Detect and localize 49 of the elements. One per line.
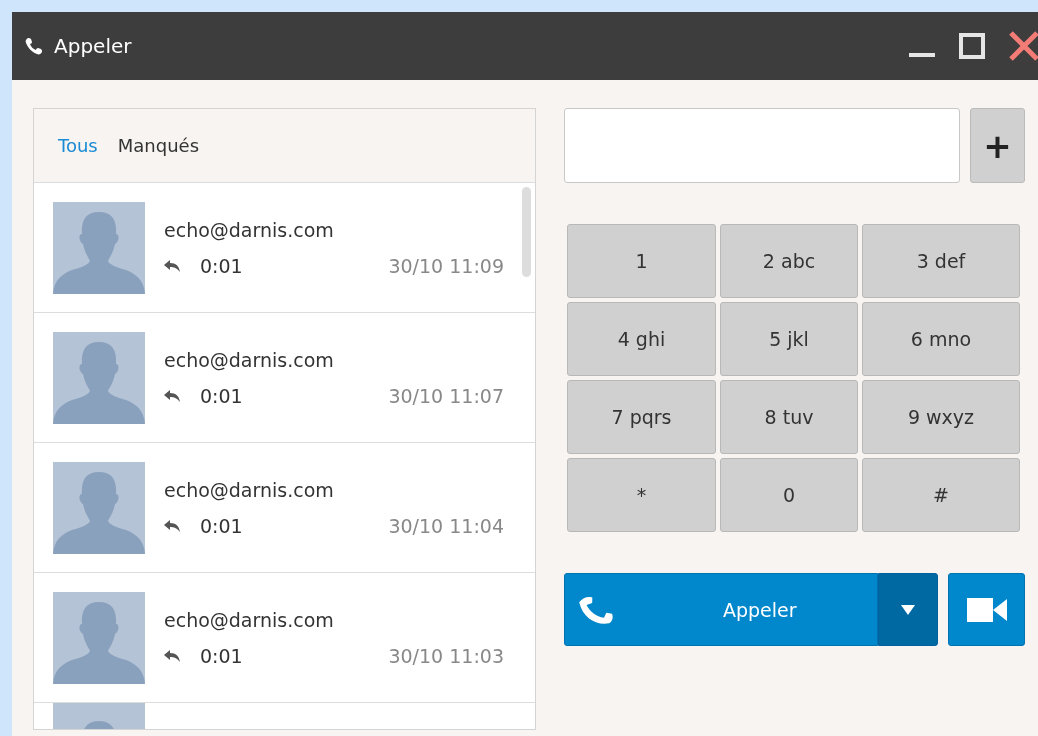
add-contact-button[interactable]: + bbox=[970, 108, 1025, 183]
maximize-icon[interactable] bbox=[958, 32, 986, 60]
keypad-key[interactable]: 7 pqrs bbox=[567, 380, 716, 454]
number-input-field[interactable] bbox=[564, 108, 960, 183]
keypad-key[interactable]: 2 abc bbox=[720, 224, 858, 298]
contact-address: echo@darnis.com bbox=[164, 218, 335, 241]
call-duration: 0:01 bbox=[200, 384, 243, 407]
close-icon[interactable] bbox=[1008, 30, 1038, 62]
avatar-icon bbox=[53, 201, 145, 294]
keypad-key[interactable]: 8 tuv bbox=[720, 380, 858, 454]
keypad-key[interactable]: * bbox=[567, 458, 716, 532]
keypad-key[interactable]: 6 mno bbox=[862, 302, 1020, 376]
call-history-item[interactable]: echo@darnis.com 0:01 30/10 11:09 bbox=[34, 183, 535, 313]
call-history-item[interactable]: echo@darnis.com 0:01 30/10 11:07 bbox=[34, 313, 535, 443]
caret-icon bbox=[901, 604, 915, 615]
call-history-item[interactable]: echo@darnis.com 0:01 30/10 11:04 bbox=[34, 443, 535, 573]
keypad-key[interactable]: # bbox=[862, 458, 1020, 532]
call-time: 30/10 11:03 bbox=[388, 644, 505, 667]
keypad-key[interactable]: 4 ghi bbox=[567, 302, 716, 376]
keypad-key[interactable]: 3 def bbox=[862, 224, 1020, 298]
keypad-key[interactable]: 5 jkl bbox=[720, 302, 858, 376]
filter-tab[interactable]: Manqués bbox=[111, 131, 205, 160]
call-history-item[interactable]: echo@darnis.com 0:01 30/10 11:03 bbox=[34, 573, 535, 703]
scrollbar-thumb[interactable] bbox=[522, 187, 531, 277]
contact-address: echo@darnis.com bbox=[164, 478, 335, 501]
reply-arrow-icon bbox=[164, 388, 180, 403]
keypad-key[interactable]: 9 wxyz bbox=[862, 380, 1020, 454]
call-duration: 0:01 bbox=[200, 254, 243, 277]
avatar-icon bbox=[53, 331, 145, 424]
call-time: 30/10 11:04 bbox=[388, 514, 505, 537]
contact-address: echo@darnis.com bbox=[164, 608, 335, 631]
keypad-key[interactable]: 0 bbox=[720, 458, 858, 532]
video-camera-icon bbox=[966, 597, 1007, 622]
call-duration: 0:01 bbox=[200, 644, 243, 667]
reply-arrow-icon bbox=[164, 518, 180, 533]
call-time: 30/10 11:07 bbox=[388, 384, 505, 407]
call-button[interactable]: Appeler bbox=[564, 573, 878, 646]
call-time: 30/10 11:09 bbox=[388, 254, 505, 277]
avatar-icon bbox=[53, 591, 145, 684]
window-title: Appeler bbox=[54, 34, 132, 58]
avatar-icon bbox=[53, 461, 145, 554]
keypad-key[interactable]: 1 bbox=[567, 224, 716, 298]
avatar-icon bbox=[53, 703, 145, 729]
call-duration: 0:01 bbox=[200, 514, 243, 537]
phone-icon bbox=[24, 36, 44, 56]
video-call-button[interactable] bbox=[948, 573, 1025, 646]
contact-address: echo@darnis.com bbox=[164, 348, 335, 371]
reply-arrow-icon bbox=[164, 258, 180, 273]
reply-arrow-icon bbox=[164, 648, 180, 663]
